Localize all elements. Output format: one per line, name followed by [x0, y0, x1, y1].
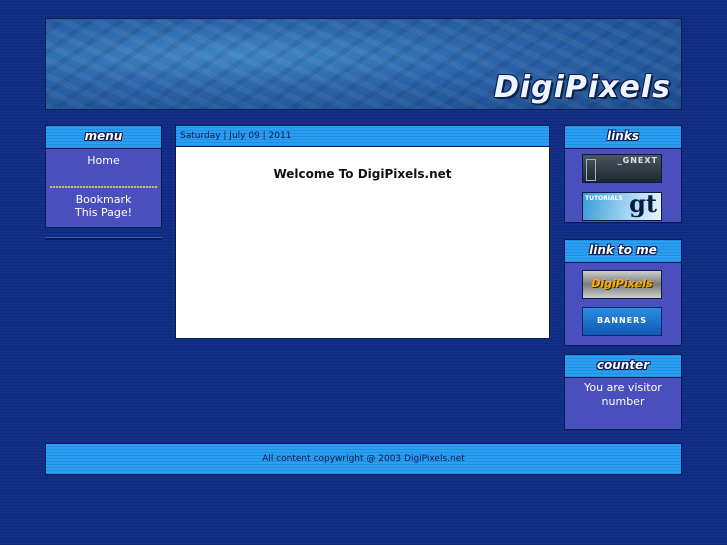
menu-item-bookmark[interactable]: Bookmark This Page! [69, 193, 139, 219]
menu-underline [45, 237, 162, 240]
counter-text: You are visitor number [564, 378, 682, 430]
links-title: links [564, 125, 682, 149]
banners-button-label: BANNERS [596, 316, 648, 325]
main-content: Welcome To DigiPixels.net [175, 147, 550, 339]
site-logo[interactable]: DigiPixels [494, 70, 671, 105]
digipixels-button-label: DigiPixels [591, 277, 653, 290]
menu-title: menu [45, 125, 162, 149]
tutorials-label: TUTORIALS [585, 195, 623, 202]
copyright-text: All content copywright @ 2003 DigiPixels… [262, 454, 465, 464]
link-to-me-title: link to me [564, 239, 682, 263]
gnext-label: _GNEXT [617, 156, 658, 165]
menu-panel: menu Home Bookmark This Page! [45, 125, 162, 240]
counter-title: counter [564, 354, 682, 378]
links-panel: links _GNEXT TUTORIALS gt [564, 125, 682, 223]
footer-bar: All content copywright @ 2003 DigiPixels… [45, 443, 682, 475]
welcome-heading: Welcome To DigiPixels.net [273, 167, 452, 181]
date-bar: Saturday | July 09 | 2011 [175, 125, 550, 147]
link-to-me-body: DigiPixels BANNERS [564, 263, 682, 346]
counter-panel: counter You are visitor number [564, 354, 682, 430]
links-body: _GNEXT TUTORIALS gt [564, 149, 682, 223]
gt-label: gt [629, 192, 657, 218]
gnext-frame-icon [586, 159, 596, 181]
menu-body: Home Bookmark This Page! [45, 149, 162, 228]
header-banner: DigiPixels [45, 18, 682, 110]
gnext-link-button[interactable]: _GNEXT [582, 154, 662, 183]
menu-item-home[interactable]: Home [46, 154, 161, 167]
menu-divider [49, 186, 158, 188]
banners-button[interactable]: BANNERS [582, 307, 662, 336]
link-to-me-panel: link to me DigiPixels BANNERS [564, 239, 682, 346]
tutorials-gt-link-button[interactable]: TUTORIALS gt [582, 192, 662, 221]
digipixels-button[interactable]: DigiPixels [582, 270, 662, 299]
